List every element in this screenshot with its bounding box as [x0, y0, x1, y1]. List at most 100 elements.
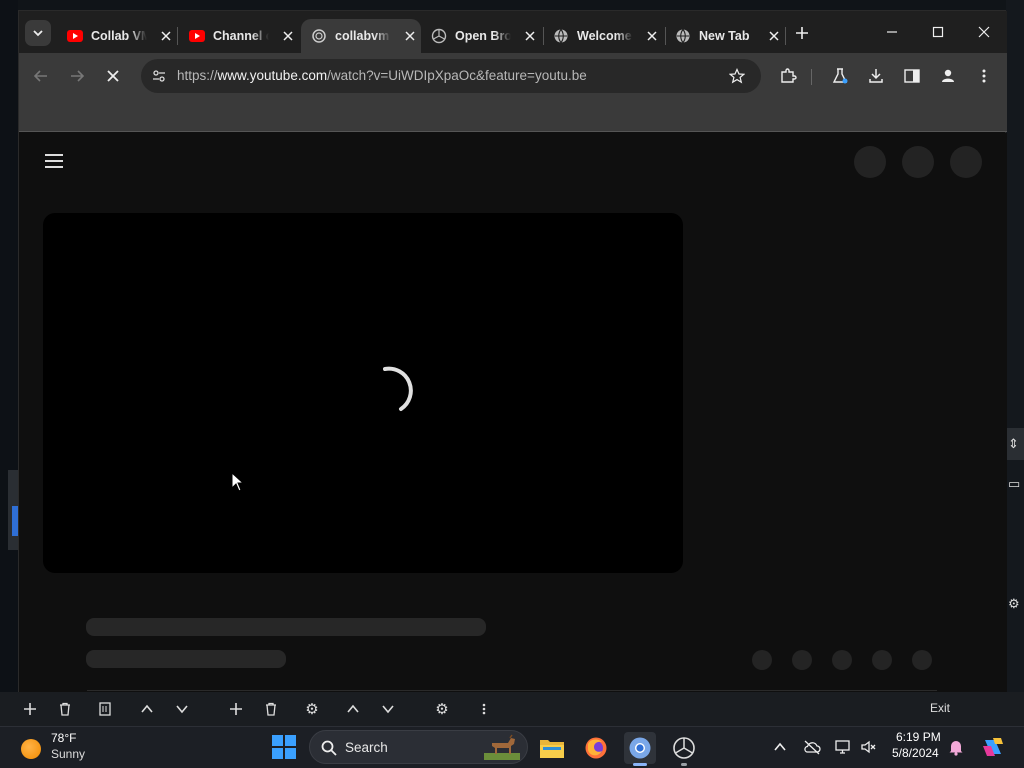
- hamburger-menu-icon[interactable]: [45, 153, 65, 169]
- tab-channel[interactable]: Channel c: [179, 19, 295, 53]
- windows-logo-tile: [272, 748, 283, 759]
- copilot-icon[interactable]: [980, 737, 1006, 757]
- action-placeholder-dot: [792, 650, 812, 670]
- action-placeholder-dot: [832, 650, 852, 670]
- bookmark-star-icon[interactable]: [727, 66, 747, 86]
- close-tab-icon[interactable]: [523, 29, 537, 43]
- globe-icon: [675, 28, 691, 44]
- tab-new-tab[interactable]: New Tab: [665, 19, 781, 53]
- tab-separator: [177, 27, 178, 45]
- download-icon[interactable]: [865, 65, 887, 87]
- minimize-icon: [887, 31, 897, 33]
- address-bar[interactable]: https://www.youtube.com/watch?v=UiWDIpXp…: [141, 59, 761, 93]
- menu-kebab-icon[interactable]: [973, 65, 995, 87]
- tab-collabvm-active[interactable]: collabvm: [301, 19, 421, 53]
- arrow-right-icon: [71, 70, 85, 82]
- stop-loading-button[interactable]: [101, 64, 125, 88]
- browser-window: Collab VM Channel c collabvm Open Bro We…: [18, 10, 1007, 703]
- tab-title: collabvm: [335, 29, 390, 43]
- gear-icon[interactable]: ⚙: [303, 700, 321, 718]
- clock-time[interactable]: 6:19 PM: [896, 730, 941, 744]
- file-explorer-icon[interactable]: [536, 732, 568, 764]
- url-scheme: https://: [177, 68, 218, 83]
- add-icon[interactable]: [227, 700, 245, 718]
- tab-collab-vm[interactable]: Collab VM: [57, 19, 173, 53]
- close-tab-icon[interactable]: [403, 29, 417, 43]
- trash-icon[interactable]: [56, 700, 74, 718]
- video-player[interactable]: [43, 213, 683, 573]
- cloud-offline-icon[interactable]: [802, 737, 822, 757]
- action-placeholder-dot: [912, 650, 932, 670]
- header-placeholder-circle: [854, 146, 886, 178]
- exit-label[interactable]: Exit: [930, 701, 950, 715]
- url-domain: www.youtube.com: [217, 68, 328, 83]
- start-button[interactable]: [272, 735, 296, 759]
- volume-muted-icon[interactable]: [859, 737, 879, 757]
- weather-temperature[interactable]: 78°F: [51, 731, 76, 745]
- updown-icon[interactable]: ⇕: [1008, 436, 1024, 452]
- windows-logo-tile: [285, 735, 296, 746]
- openbrowser-icon: [431, 28, 447, 44]
- side-panel-icon[interactable]: [901, 65, 923, 87]
- tab-title: Open Bro: [455, 29, 511, 43]
- tab-welcome[interactable]: Welcome: [543, 19, 659, 53]
- chrome-icon[interactable]: [624, 732, 656, 764]
- close-tab-icon[interactable]: [159, 29, 173, 43]
- tab-title: Welcome: [577, 29, 632, 43]
- globe-icon: [553, 28, 569, 44]
- tab-title: New Tab: [699, 29, 750, 43]
- new-tab-button[interactable]: [791, 22, 813, 44]
- settings-gear-icon[interactable]: ⚙: [1008, 596, 1024, 612]
- maximize-button[interactable]: [923, 19, 953, 45]
- add-icon[interactable]: [21, 700, 39, 718]
- loading-spinner-icon: [383, 366, 413, 411]
- close-tab-icon[interactable]: [281, 29, 295, 43]
- sun-icon[interactable]: [21, 739, 41, 759]
- url-text: https://www.youtube.com/watch?v=UiWDIpXp…: [177, 68, 587, 83]
- gears-icon[interactable]: ⚙: [433, 700, 451, 718]
- taskbar-search[interactable]: Search: [309, 730, 528, 764]
- weather-condition[interactable]: Sunny: [51, 747, 85, 761]
- document-icon[interactable]: [96, 700, 114, 718]
- extensions-icon[interactable]: [777, 65, 799, 87]
- bookmarks-bar: [19, 99, 1007, 132]
- tab-search-button[interactable]: [25, 20, 51, 46]
- open-browser-app-icon[interactable]: [668, 732, 700, 764]
- profile-icon[interactable]: [937, 65, 959, 87]
- network-icon[interactable]: [833, 737, 853, 757]
- loading-icon: [311, 28, 327, 44]
- chevron-down-icon[interactable]: [173, 700, 191, 718]
- back-button[interactable]: [29, 64, 53, 88]
- notification-bell-icon[interactable]: [946, 737, 966, 757]
- clock-date[interactable]: 5/8/2024: [892, 746, 939, 760]
- trash-icon[interactable]: [262, 700, 280, 718]
- show-hidden-icons-chevron-up-icon[interactable]: [770, 737, 790, 757]
- labs-flask-icon[interactable]: [829, 65, 851, 87]
- chevron-up-icon[interactable]: [344, 700, 362, 718]
- windows-taskbar: 78°F Sunny Search 6:19 PM 5/8/2024: [0, 726, 1024, 768]
- arrow-left-icon: [33, 70, 47, 82]
- windows-logo-tile: [285, 748, 296, 759]
- site-info-icon[interactable]: [149, 66, 169, 86]
- chevron-up-icon[interactable]: [138, 700, 156, 718]
- close-tab-icon[interactable]: [767, 29, 781, 43]
- firefox-icon[interactable]: [580, 732, 612, 764]
- chevron-down-icon[interactable]: [379, 700, 397, 718]
- tab-strip: Collab VM Channel c collabvm Open Bro We…: [19, 11, 1007, 53]
- forward-button[interactable]: [65, 64, 89, 88]
- close-icon: [107, 70, 119, 82]
- search-label: Search: [345, 740, 388, 755]
- more-vertical-icon[interactable]: [475, 700, 493, 718]
- tab-open-browser[interactable]: Open Bro: [421, 19, 537, 53]
- header-placeholder-circle: [902, 146, 934, 178]
- header-placeholder-circle: [950, 146, 982, 178]
- running-indicator: [633, 763, 647, 766]
- close-window-button[interactable]: [969, 19, 999, 45]
- window-icon[interactable]: ▭: [1008, 476, 1024, 492]
- close-tab-icon[interactable]: [645, 29, 659, 43]
- youtube-icon: [67, 28, 83, 44]
- youtube-icon: [189, 28, 205, 44]
- toolbar-separator: [811, 69, 812, 85]
- tab-title: Channel c: [213, 29, 269, 43]
- minimize-button[interactable]: [877, 19, 907, 45]
